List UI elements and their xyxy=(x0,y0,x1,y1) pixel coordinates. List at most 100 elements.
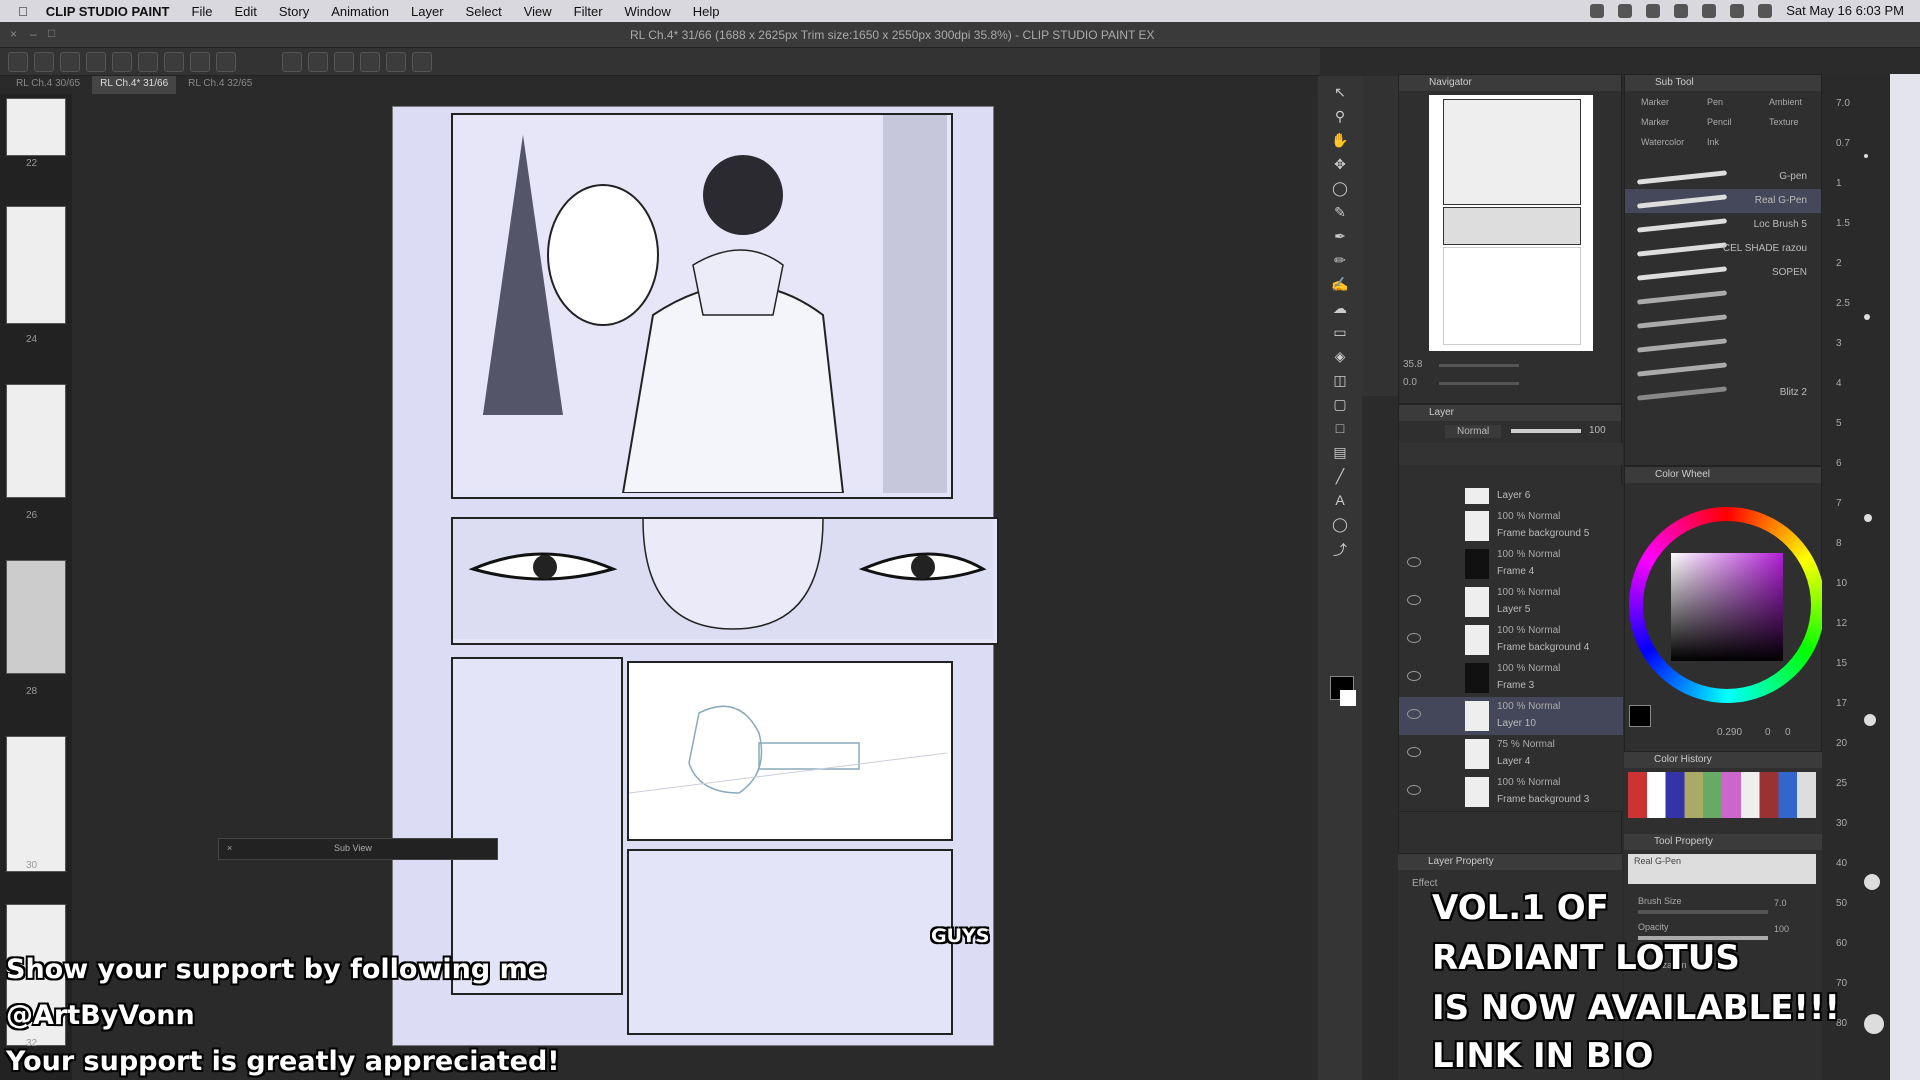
page-thumbnail[interactable] xyxy=(6,206,66,324)
comic-panel-3[interactable] xyxy=(451,657,623,995)
correct-line-icon[interactable]: ⤴ xyxy=(1330,540,1350,560)
undo-icon[interactable] xyxy=(112,51,132,72)
snap-special-ruler-icon[interactable] xyxy=(334,51,354,72)
brush-size-option[interactable]: 2.5 xyxy=(1836,298,1850,309)
page-thumbnail[interactable] xyxy=(6,560,66,674)
open-file-icon[interactable] xyxy=(60,51,80,72)
app-menu[interactable]: CLIP STUDIO PAINT xyxy=(46,4,170,19)
visibility-eye-icon[interactable] xyxy=(1407,557,1421,567)
opacity-value[interactable]: 100 xyxy=(1589,425,1606,436)
brush-size-option[interactable]: 0.7 xyxy=(1836,138,1850,149)
ruler-icon[interactable] xyxy=(360,51,380,72)
brush-size-option[interactable]: 15 xyxy=(1836,658,1847,669)
layer-row[interactable]: 100 % Normal Frame 3 xyxy=(1399,659,1623,698)
visibility-eye-icon[interactable] xyxy=(1407,785,1421,795)
app-icon[interactable] xyxy=(8,51,28,72)
menu-help[interactable]: Help xyxy=(693,4,720,19)
layer-row[interactable]: 75 % Normal Layer 4 xyxy=(1399,735,1623,774)
group-tab[interactable]: Marker xyxy=(1641,117,1669,127)
brush-item-selected[interactable]: Real G-Pen xyxy=(1625,189,1821,213)
brush-item[interactable]: G-pen xyxy=(1625,165,1821,189)
menu-edit[interactable]: Edit xyxy=(234,4,256,19)
brush-size-option[interactable]: 5 xyxy=(1836,418,1842,429)
group-tab[interactable]: Pencil xyxy=(1707,117,1732,127)
brush-size-option[interactable]: 10 xyxy=(1836,578,1847,589)
saturation-value-square[interactable] xyxy=(1671,553,1783,661)
visibility-eye-icon[interactable] xyxy=(1407,709,1421,719)
page-thumbnail[interactable] xyxy=(6,98,66,156)
menu-file[interactable]: File xyxy=(192,4,213,19)
blend-mode-select[interactable]: Normal xyxy=(1445,425,1502,438)
menu-window[interactable]: Window xyxy=(625,4,671,19)
manga-page-canvas[interactable]: GUYS xyxy=(392,106,999,1046)
display-icon[interactable] xyxy=(1618,3,1633,18)
layer-row[interactable]: 100 % Normal Layer 5 xyxy=(1399,583,1623,622)
minimize-icon[interactable]: – xyxy=(30,27,37,41)
pen-icon[interactable]: ✒ xyxy=(1330,228,1350,248)
snap-ruler-icon[interactable] xyxy=(282,51,302,72)
eraser-icon[interactable]: ▭ xyxy=(1330,324,1350,344)
opacity-slider[interactable] xyxy=(1511,429,1581,433)
brush-size-option[interactable]: 2 xyxy=(1836,258,1842,269)
ruler-tool-icon[interactable]: ╱ xyxy=(1330,468,1350,488)
brush-size-slider[interactable] xyxy=(1638,910,1768,914)
hand-icon[interactable]: ✋ xyxy=(1330,132,1350,152)
apple-icon[interactable]:  xyxy=(18,4,28,19)
brush-size-option[interactable]: 7.0 xyxy=(1836,98,1850,109)
group-tab[interactable]: Pen xyxy=(1707,97,1723,107)
settings-icon[interactable] xyxy=(164,51,184,72)
group-tab[interactable]: Marker xyxy=(1641,97,1669,107)
menu-layer[interactable]: Layer xyxy=(411,4,444,19)
pencil-icon[interactable]: ✏ xyxy=(1330,252,1350,272)
menu-animation[interactable]: Animation xyxy=(331,4,389,19)
brush-item[interactable] xyxy=(1625,309,1821,333)
rotate-slider[interactable] xyxy=(1439,382,1519,385)
comic-panel-1[interactable] xyxy=(451,113,953,499)
brush-item[interactable]: CEL SHADE razou xyxy=(1625,237,1821,261)
rotate-value[interactable]: 0.0 xyxy=(1403,377,1417,388)
visibility-eye-icon[interactable] xyxy=(1407,747,1421,757)
layer-row[interactable]: 100 % Normal Frame background 5 xyxy=(1399,507,1623,546)
crop-icon[interactable] xyxy=(216,51,236,72)
brush-size-option[interactable]: 1 xyxy=(1836,178,1842,189)
brush-size-option[interactable]: 1.5 xyxy=(1836,218,1850,229)
close-icon[interactable]: × xyxy=(227,843,232,853)
status-app-icon[interactable] xyxy=(1590,3,1605,18)
figure-icon[interactable]: □ xyxy=(1330,420,1350,440)
brush-icon[interactable]: ✍ xyxy=(1330,276,1350,296)
brush-item[interactable] xyxy=(1625,357,1821,381)
brush-item[interactable] xyxy=(1625,333,1821,357)
close-icon[interactable]: × xyxy=(10,27,17,41)
wifi-icon[interactable] xyxy=(1730,3,1745,18)
bluetooth-icon[interactable] xyxy=(1674,3,1689,18)
visibility-eye-icon[interactable] xyxy=(1407,595,1421,605)
gradient-icon[interactable]: ▢ xyxy=(1330,396,1350,416)
group-tab[interactable]: Watercolor xyxy=(1641,137,1684,147)
brush-size-option[interactable]: 3 xyxy=(1836,338,1842,349)
comic-panel-5[interactable] xyxy=(627,849,953,1035)
group-tab[interactable]: Ambient xyxy=(1769,97,1802,107)
layer-row[interactable]: Layer 6 xyxy=(1399,485,1623,508)
brush-item[interactable] xyxy=(1625,285,1821,309)
page-thumbnail[interactable] xyxy=(6,736,66,872)
search-icon[interactable] xyxy=(1758,3,1773,18)
menu-filter[interactable]: Filter xyxy=(574,4,603,19)
brush-size-option[interactable]: 40 xyxy=(1836,858,1847,869)
visibility-eye-icon[interactable] xyxy=(1407,671,1421,681)
fill-icon[interactable]: ◫ xyxy=(1330,372,1350,392)
brush-size-option[interactable]: 20 xyxy=(1836,738,1847,749)
battery-icon[interactable] xyxy=(1702,3,1717,18)
brush-size-option[interactable]: 8 xyxy=(1836,538,1842,549)
new-file-icon[interactable] xyxy=(34,51,54,72)
redo-icon[interactable] xyxy=(138,51,158,72)
pen-pressure-icon[interactable] xyxy=(386,51,406,72)
sub-view-window[interactable]: × Sub View xyxy=(218,838,498,860)
menu-view[interactable]: View xyxy=(524,4,552,19)
visibility-eye-icon[interactable] xyxy=(1407,633,1421,643)
brush-size-option[interactable]: 7 xyxy=(1836,498,1842,509)
snap-grid-icon[interactable] xyxy=(308,51,328,72)
current-color-swatch[interactable] xyxy=(1629,705,1651,727)
brush-size-option[interactable]: 6 xyxy=(1836,458,1842,469)
sub-color-swatch[interactable] xyxy=(1340,690,1356,706)
page-thumbnail[interactable] xyxy=(6,384,66,498)
